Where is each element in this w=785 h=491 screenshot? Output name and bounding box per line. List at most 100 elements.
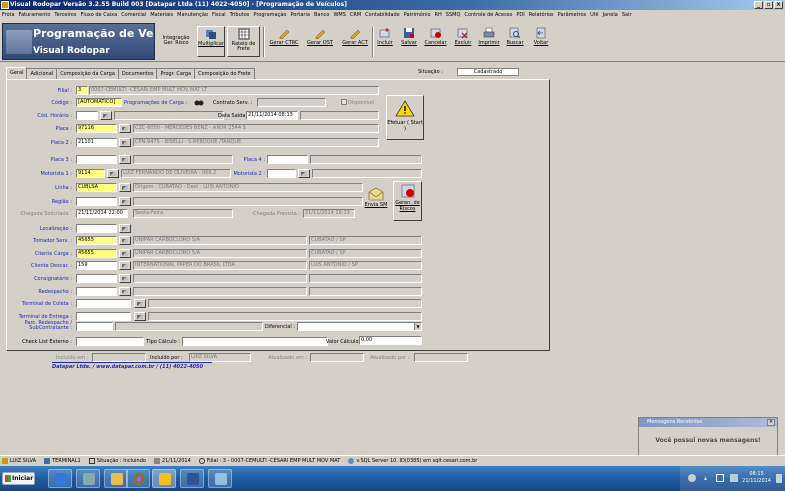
- motorista1-lookup-button[interactable]: [107, 169, 119, 178]
- tomador-code-input[interactable]: 45655: [76, 236, 117, 245]
- cliente-carga-lookup-button[interactable]: [119, 249, 131, 258]
- taskbar-app[interactable]: [104, 469, 128, 488]
- placa2-lookup-button[interactable]: [119, 138, 131, 147]
- redespacho-code-input[interactable]: [76, 287, 117, 296]
- terminal-entrega-lookup-button[interactable]: [134, 312, 146, 321]
- menu-item[interactable]: Parâmetros: [558, 10, 587, 20]
- incluir-button[interactable]: Incluir: [374, 26, 396, 57]
- menu-item[interactable]: Tributos: [230, 10, 250, 20]
- menu-item[interactable]: Portaria: [290, 10, 310, 20]
- cliente-carga-code-input[interactable]: 45655: [76, 249, 117, 258]
- gerar-ost-button[interactable]: Gerar OST: [304, 26, 336, 57]
- menu-item[interactable]: Faturamento: [19, 10, 51, 20]
- menu-item[interactable]: Materiais: [150, 10, 173, 20]
- buscar-button[interactable]: Buscar: [503, 26, 527, 57]
- rateio-button[interactable]: Rateio de Frete: [227, 26, 260, 57]
- redespacho-lookup-button[interactable]: [119, 287, 131, 296]
- linha-lookup-button[interactable]: [119, 183, 131, 192]
- tray-icon[interactable]: [688, 474, 696, 482]
- localizacao-code-input[interactable]: [76, 224, 117, 233]
- envia-sm-button[interactable]: Envia SM: [364, 185, 388, 220]
- menu-item[interactable]: Util: [590, 10, 598, 20]
- menu-item[interactable]: Relatórios: [529, 10, 554, 20]
- motorista1-code-input[interactable]: 9114: [76, 169, 105, 178]
- menu-item[interactable]: SSMQ: [446, 10, 461, 20]
- salvar-button[interactable]: Salvar: [398, 26, 420, 57]
- network-tray-icon[interactable]: [730, 474, 738, 482]
- taskbar-app[interactable]: [208, 469, 232, 488]
- flag-icon[interactable]: [716, 474, 724, 482]
- menu-item[interactable]: Contabilidade: [365, 10, 400, 20]
- gerar-act-button[interactable]: Gerar ACT: [339, 26, 371, 57]
- menu-item[interactable]: CRM: [350, 10, 361, 20]
- checklist-input[interactable]: [76, 337, 144, 346]
- placa-lookup-button[interactable]: [119, 124, 131, 133]
- menu-item[interactable]: Banco: [314, 10, 329, 20]
- taskbar-app[interactable]: [76, 469, 100, 488]
- taskbar-app[interactable]: [126, 469, 150, 488]
- menu-item[interactable]: Janela: [603, 10, 618, 20]
- voltar-button[interactable]: Voltar: [529, 26, 553, 57]
- menu-item[interactable]: RH: [435, 10, 442, 20]
- menu-item[interactable]: Fiscal: [212, 10, 226, 20]
- messages-toast[interactable]: Mensagens Recebidas × Você possui novas …: [638, 417, 778, 456]
- data-saida-input[interactable]: 21/11/2014 08:13: [246, 111, 298, 120]
- tab-composicao-frete[interactable]: Composição do Frete: [194, 68, 255, 79]
- linha-code-input[interactable]: CUBLSA: [76, 183, 117, 192]
- efetuar-start-button[interactable]: Efetuar ( Start ): [386, 95, 424, 140]
- multiplicar-button[interactable]: Multiplicar: [197, 26, 225, 57]
- menu-item[interactable]: Patrimônio: [404, 10, 431, 20]
- tray-arrow-icon[interactable]: ▴: [704, 475, 707, 482]
- menu-item[interactable]: Fluxo de Caixa: [80, 10, 117, 20]
- menu-item[interactable]: WMS: [333, 10, 345, 20]
- tomador-lookup-button[interactable]: [119, 236, 131, 245]
- placa3-lookup-button[interactable]: [119, 155, 131, 164]
- cliente-descar-code-input[interactable]: 159: [76, 261, 117, 270]
- consignatario-code-input[interactable]: [76, 274, 117, 283]
- integracao-button[interactable]: Integração Ger. Risco: [157, 26, 195, 57]
- show-desktop-button[interactable]: [776, 474, 782, 483]
- clock[interactable]: 08:15 21/11/2014: [742, 471, 771, 485]
- terminal-entrega-input[interactable]: [76, 312, 131, 321]
- localizacao-lookup-button[interactable]: [119, 224, 131, 233]
- menu-item[interactable]: Manutenção: [177, 10, 208, 20]
- motorista2-lookup-button[interactable]: [298, 169, 310, 178]
- cliente-descar-lookup-button[interactable]: [119, 261, 131, 270]
- cod-horario-lookup-button[interactable]: [100, 111, 112, 120]
- taskbar-app[interactable]: [48, 469, 72, 488]
- menu-item[interactable]: Comercial: [121, 10, 146, 20]
- diferencial-select[interactable]: ▼: [297, 322, 422, 331]
- regiao-code-input[interactable]: [76, 197, 117, 206]
- placa2-code-input[interactable]: 21101: [76, 138, 117, 147]
- menu-item[interactable]: PDI: [516, 10, 524, 20]
- chegada-solicitada-input[interactable]: 21/11/2014 22:00: [76, 209, 128, 218]
- menu-item[interactable]: Programação: [253, 10, 286, 20]
- menu-item[interactable]: Frota: [2, 10, 15, 20]
- tab-composicao-carga[interactable]: Composição da Carga: [56, 68, 119, 79]
- close-button[interactable]: ×: [774, 1, 783, 9]
- maximize-button[interactable]: ▫: [764, 1, 773, 9]
- taskbar-app[interactable]: [180, 469, 204, 488]
- gerar-ctrc-button[interactable]: Gerar CTRC: [267, 26, 301, 57]
- terminal-coleta-lookup-button[interactable]: [134, 299, 146, 308]
- valor-calculo-input[interactable]: 0,00: [359, 336, 422, 345]
- menu-item[interactable]: Terceiros: [54, 10, 76, 20]
- close-icon[interactable]: ×: [767, 419, 775, 426]
- placa4-code-input[interactable]: [267, 155, 308, 164]
- menu-item[interactable]: Sair: [622, 10, 632, 20]
- contrato-input[interactable]: [257, 98, 326, 107]
- minimize-button[interactable]: _: [754, 1, 763, 9]
- codigo-input[interactable]: [AUTOMATICO]: [76, 98, 122, 107]
- tab-documentos[interactable]: Documentos: [117, 68, 158, 79]
- binoculars-icon[interactable]: [194, 98, 204, 107]
- geren-riscos-button[interactable]: Geren. de Riscos: [393, 181, 422, 221]
- start-button[interactable]: Iniciar: [2, 472, 35, 485]
- consignatario-lookup-button[interactable]: [119, 274, 131, 283]
- terminal-coleta-input[interactable]: [76, 299, 131, 308]
- cancelar-button[interactable]: Cancelar: [422, 26, 449, 57]
- placa3-code-input[interactable]: [76, 155, 117, 164]
- disponivel-checkbox[interactable]: [341, 99, 347, 105]
- excluir-button[interactable]: Excluir: [451, 26, 475, 57]
- tab-progr-carga[interactable]: Progr. Carga: [156, 68, 196, 79]
- tab-geral[interactable]: Geral: [6, 67, 28, 79]
